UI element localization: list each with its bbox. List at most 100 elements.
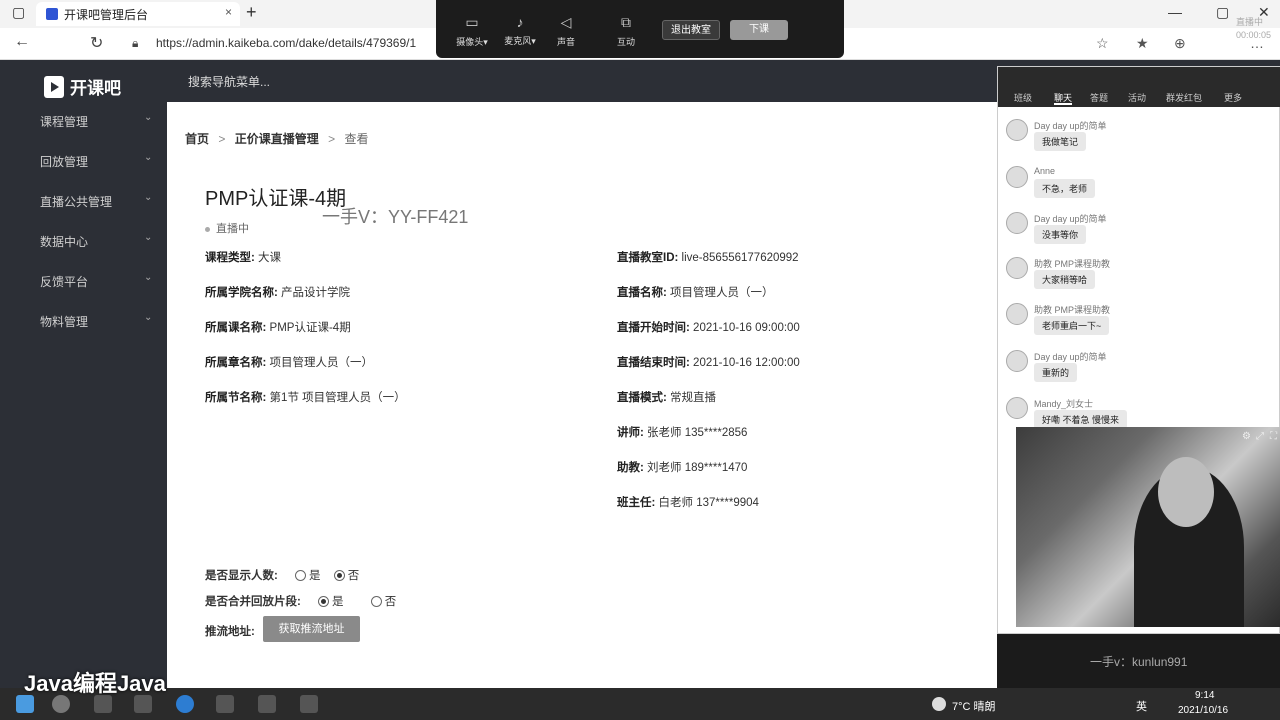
kaikeba-favicon-icon [46, 8, 58, 20]
chevron-down-icon: ⌄ [144, 112, 153, 123]
speaker-icon: ◁ [560, 14, 572, 30]
edge-browser-icon[interactable] [176, 695, 194, 713]
back-icon[interactable]: ← [14, 33, 30, 51]
avatar [1006, 119, 1028, 141]
clock-date[interactable]: 2021/10/16 [1178, 705, 1228, 716]
sender-name: Day day up的简单 [1034, 121, 1107, 131]
field-key: 直播结束时间: [617, 357, 690, 369]
setting-label: 是否显示人数: [205, 570, 278, 582]
field-chapter-name: 所属章名称: 项目管理人员（一） [205, 354, 373, 370]
field-section-name: 所属节名称: 第1节 项目管理人员（一） [205, 389, 406, 405]
refresh-icon[interactable]: ↻ [90, 33, 103, 53]
teacher-video[interactable]: ⚙ ⤢ ⛶ [1016, 427, 1280, 627]
tab-class[interactable]: 班级 [1014, 91, 1032, 104]
tab-actions-icon[interactable]: ▢ [12, 4, 25, 21]
input-method-indicator[interactable]: 英 [1136, 698, 1147, 714]
sender-name: Day day up的简单 [1034, 214, 1107, 224]
sidebar-item-label: 物料管理 [40, 315, 89, 329]
message-bubble: 大家稍等哈 [1034, 270, 1096, 289]
chevron-down-icon: ⌄ [144, 192, 153, 203]
sidebar-item-label: 课程管理 [40, 115, 89, 129]
radio-yes-label[interactable]: 是 [332, 596, 344, 608]
live-status-text: 直播中 [1236, 17, 1264, 27]
get-push-url-button[interactable]: 获取推流地址 [263, 616, 360, 642]
tab-close-icon[interactable]: × [225, 5, 232, 19]
lock-icon[interactable]: 🔒︎ [132, 36, 138, 51]
interact-icon: ⧉ [621, 14, 631, 30]
camera-control[interactable]: ▭ 摄像头▾ [450, 14, 494, 48]
tab-quiz[interactable]: 答题 [1090, 91, 1108, 104]
weather-text[interactable]: 7°C 晴朗 [952, 698, 996, 714]
message-bubble: 重新的 [1034, 363, 1078, 382]
message-bubble: 我做笔记 [1034, 132, 1087, 151]
status-badge: 直播中 [205, 220, 249, 236]
field-key: 所属学院名称: [205, 287, 278, 299]
radio-no-label[interactable]: 否 [348, 570, 360, 582]
clock-time[interactable]: 9:14 [1195, 690, 1214, 701]
radio-no[interactable] [333, 570, 345, 582]
app-icon[interactable] [258, 695, 276, 713]
field-value: 产品设计学院 [281, 287, 351, 299]
brand-logo[interactable]: 开课吧 [44, 74, 121, 99]
radio-yes[interactable] [318, 596, 330, 608]
field-key: 讲师: [617, 427, 644, 439]
field-live-name: 直播名称: 项目管理人员（一） [617, 284, 774, 300]
exit-classroom-button[interactable]: 退出教室 [662, 20, 720, 40]
settings-icon[interactable]: ⚙ [1242, 431, 1251, 442]
nav-search-input[interactable]: 搜索导航菜单... [188, 73, 270, 90]
field-live-end: 直播结束时间: 2021-10-16 12:00:00 [617, 354, 800, 370]
avatar [1006, 303, 1028, 325]
avatar [1006, 212, 1028, 234]
setting-label: 是否合并回放片段: [205, 596, 301, 608]
tab-red-packet[interactable]: 群发红包 [1166, 91, 1202, 104]
radio-no-label[interactable]: 否 [385, 596, 397, 608]
field-live-room-id: 直播教室ID: live-856556177620992 [617, 249, 799, 265]
sidebar-item-material-management[interactable]: 物料管理 ⌄ [0, 300, 167, 340]
brand-name: 开课吧 [70, 79, 121, 98]
active-tab-underline [1054, 103, 1073, 105]
field-key: 班主任: [617, 497, 656, 509]
radio-yes-label[interactable]: 是 [309, 570, 321, 582]
sidebar-item-label: 数据中心 [40, 235, 89, 249]
message-bubble: 不急，老师 [1034, 179, 1096, 198]
field-value: 2021-10-16 09:00:00 [693, 322, 800, 334]
tab-activity[interactable]: 活动 [1128, 91, 1146, 104]
sidebar-item-label: 反馈平台 [40, 275, 89, 289]
url-field[interactable]: https://admin.kaikeba.com/dake/details/4… [156, 36, 416, 50]
sound-control[interactable]: ◁ 声音 [544, 14, 588, 48]
app-icon[interactable] [300, 695, 318, 713]
sidebar-item-live-public-management[interactable]: 直播公共管理 ⌄ [0, 180, 167, 220]
maximize-icon[interactable]: ▢ [1216, 4, 1229, 21]
sidebar-item-replay-management[interactable]: 回放管理 ⌄ [0, 140, 167, 180]
tab-more[interactable]: 更多 [1224, 91, 1242, 104]
app-icon[interactable] [216, 695, 234, 713]
radio-yes[interactable] [295, 570, 307, 582]
minimize-icon[interactable]: — [1168, 4, 1182, 20]
weather-icon[interactable] [932, 697, 946, 711]
sidebar-item-course-management[interactable]: 课程管理 ⌄ [0, 100, 167, 140]
setting-label: 推流地址: [205, 626, 255, 638]
microphone-icon: ♪ [516, 14, 524, 30]
favorites-icon[interactable]: ★ [1136, 35, 1149, 52]
avatar [1006, 166, 1028, 188]
expand-icon[interactable]: ⤢ [1256, 431, 1264, 442]
breadcrumb-home[interactable]: 首页 [185, 132, 209, 146]
sidebar-item-feedback-platform[interactable]: 反馈平台 ⌄ [0, 260, 167, 300]
field-live-start: 直播开始时间: 2021-10-16 09:00:00 [617, 319, 800, 335]
breadcrumb-section[interactable]: 正价课直播管理 [235, 132, 319, 146]
radio-no[interactable] [370, 596, 382, 608]
new-tab-button[interactable]: + [246, 2, 257, 23]
tab-title: 开课吧管理后台 [64, 7, 149, 22]
tab-chat[interactable]: 聊天 [1054, 91, 1073, 105]
watermark-text: 一手V：YY-FF421 [322, 207, 469, 227]
browser-tab[interactable]: 开课吧管理后台 × [36, 2, 240, 26]
end-class-button[interactable]: 下课 [730, 20, 788, 40]
collections-icon[interactable]: ⊕ [1174, 35, 1186, 52]
sidebar-item-data-center[interactable]: 数据中心 ⌄ [0, 220, 167, 260]
field-value: 张老师 135****2856 [647, 427, 748, 439]
mic-control[interactable]: ♪ 麦克风▾ [498, 14, 542, 47]
interact-control[interactable]: ⧉ 互动 [604, 14, 648, 48]
breadcrumb-separator: > [218, 132, 226, 146]
fullscreen-icon[interactable]: ⛶ [1270, 431, 1277, 442]
favorite-add-icon[interactable]: ☆ [1096, 35, 1109, 52]
